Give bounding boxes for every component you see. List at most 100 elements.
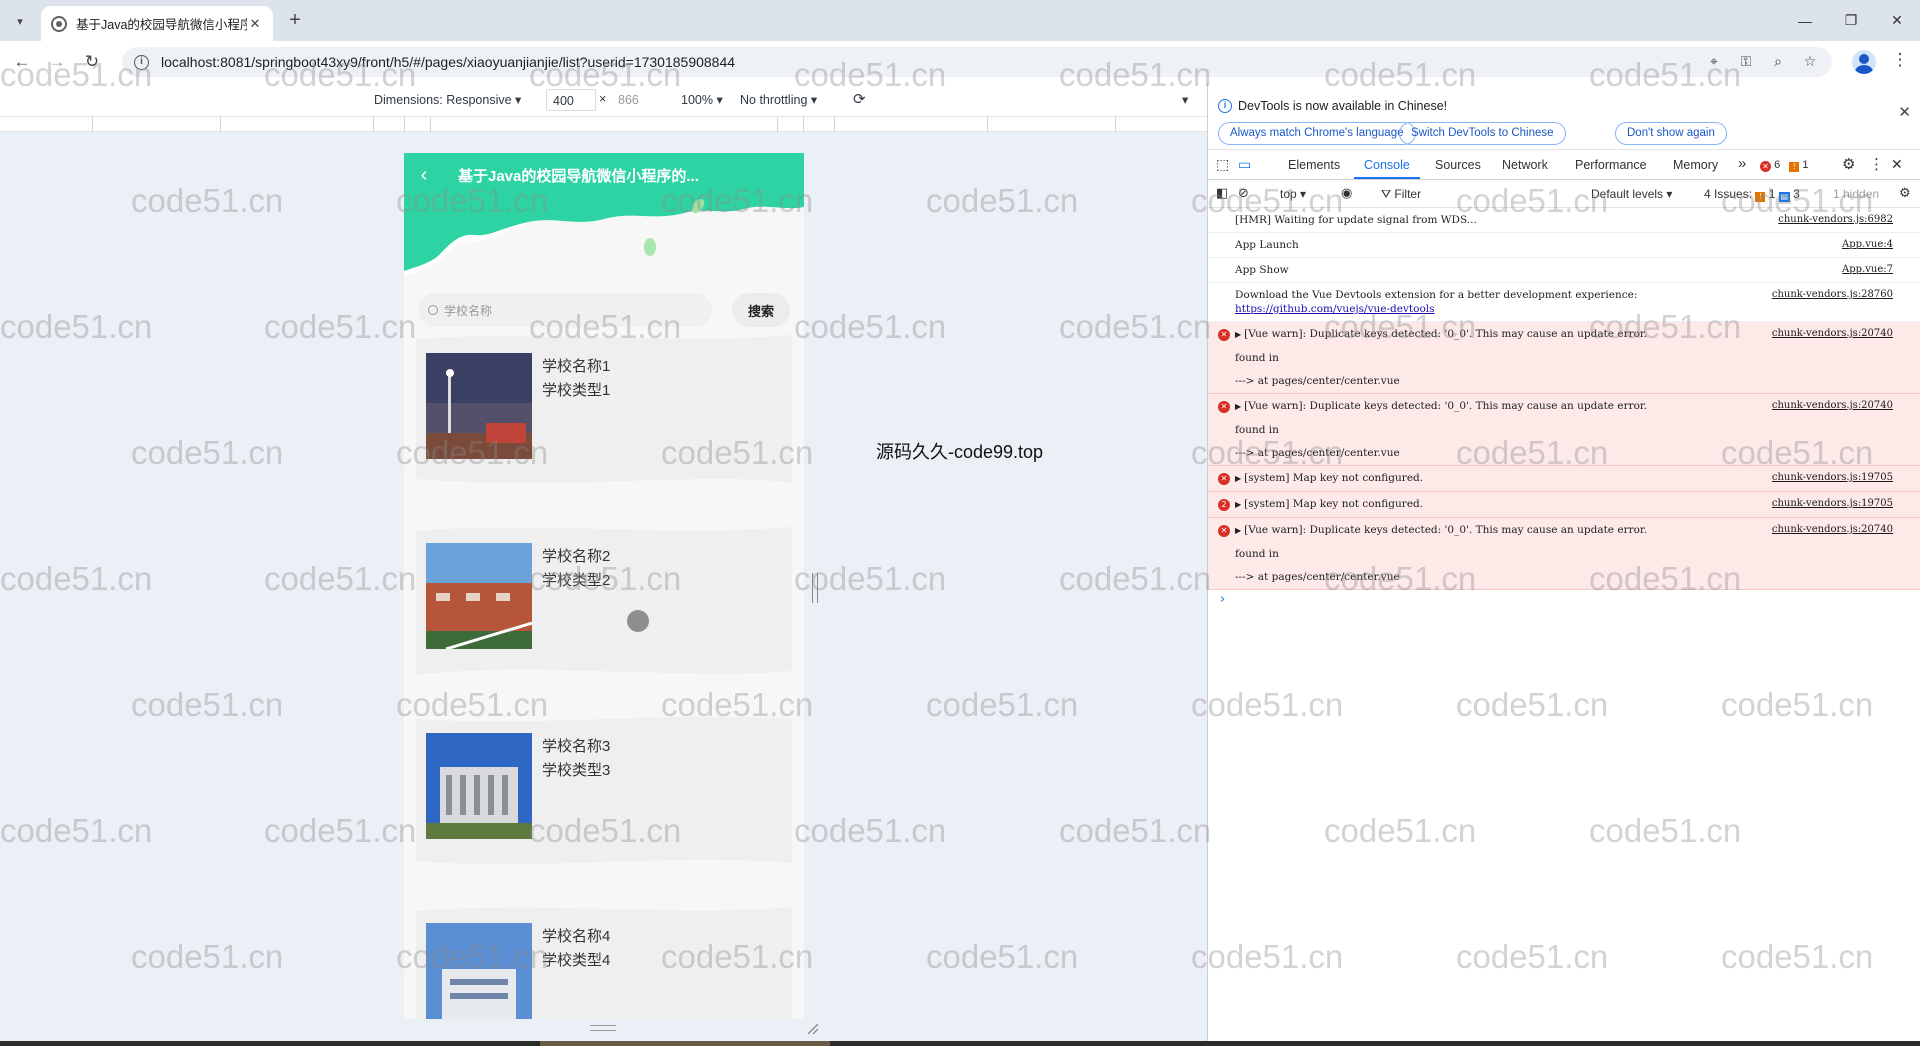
dimension-separator: × xyxy=(599,92,607,106)
log-source-link[interactable]: chunk-vendors.js:19705 xyxy=(1772,497,1893,511)
live-expression-eye-icon[interactable]: ◉ xyxy=(1341,185,1352,201)
match-language-button[interactable]: Always match Chrome's language xyxy=(1218,122,1416,145)
expand-triangle-icon[interactable]: ▶ xyxy=(1235,474,1241,483)
error-count: 6 xyxy=(1774,159,1781,171)
tab-console[interactable]: Console xyxy=(1364,158,1410,172)
tab-close-icon[interactable]: ✕ xyxy=(247,16,263,32)
more-tabs-icon[interactable]: » xyxy=(1738,155,1746,172)
resize-handle-right[interactable] xyxy=(812,573,818,603)
log-row[interactable]: [HMR] Waiting for update signal from WDS… xyxy=(1208,208,1920,233)
expand-triangle-icon[interactable]: ▶ xyxy=(1235,402,1241,411)
log-row[interactable]: App Launch App.vue:4 xyxy=(1208,233,1920,258)
log-source-link[interactable]: App.vue:4 xyxy=(1842,238,1893,252)
sidebar-toggle-icon[interactable]: ◧ xyxy=(1216,185,1228,201)
settings-gear-icon[interactable]: ⚙ xyxy=(1842,155,1855,173)
tab-memory[interactable]: Memory xyxy=(1673,158,1718,172)
minimize-button[interactable]: — xyxy=(1782,0,1828,41)
location-icon[interactable]: ⌖ xyxy=(1705,53,1723,71)
close-window-button[interactable]: ✕ xyxy=(1874,0,1920,41)
filter-input[interactable]: ⛛ Filter xyxy=(1381,187,1421,202)
error-row[interactable]: ✕ ▶ [Vue warn]: Duplicate keys detected: … xyxy=(1208,394,1920,466)
new-tab-button[interactable]: + xyxy=(283,9,307,33)
console-prompt-row[interactable]: › xyxy=(1208,590,1920,612)
password-key-icon[interactable]: ⚿ xyxy=(1737,53,1755,71)
log-source-link[interactable]: chunk-vendors.js:19705 xyxy=(1772,471,1893,485)
dimensions-dropdown[interactable]: Dimensions: Responsive ▾ xyxy=(374,92,521,107)
error-counter[interactable]: ✕ 6 ! 1 xyxy=(1760,159,1808,172)
list-item[interactable]: 学校名称3 学校类型3 xyxy=(416,711,792,881)
context-selector[interactable]: top ▾ xyxy=(1280,187,1306,201)
tab-search-icon[interactable]: ▾ xyxy=(8,9,32,33)
log-source-link[interactable]: chunk-vendors.js:20740 xyxy=(1772,523,1893,537)
dont-show-again-button[interactable]: Don't show again xyxy=(1615,122,1727,145)
browser-menu-icon[interactable]: ⋮ xyxy=(1890,50,1910,74)
log-source-link[interactable]: chunk-vendors.js:28760 xyxy=(1772,288,1893,302)
log-row[interactable]: App Show App.vue:7 xyxy=(1208,258,1920,283)
issues-info-count: 3 xyxy=(1793,187,1800,201)
device-toolbar-more-icon[interactable]: ▾ xyxy=(1182,92,1188,107)
issues-warning-icon: ! xyxy=(1755,192,1766,202)
browser-tab[interactable]: 基于Java的校园导航微信小程序 ✕ xyxy=(41,6,273,41)
expand-triangle-icon[interactable]: ▶ xyxy=(1235,526,1241,535)
restore-button[interactable]: ❐ xyxy=(1828,0,1874,41)
log-source-link[interactable]: chunk-vendors.js:20740 xyxy=(1772,327,1893,341)
error-row[interactable]: ✕ ▶ [Vue warn]: Duplicate keys detected: … xyxy=(1208,518,1920,590)
devtools-menu-icon[interactable]: ⋮ xyxy=(1869,155,1884,173)
forward-arrow-icon[interactable]: → xyxy=(45,50,69,74)
error-icon: ✕ xyxy=(1218,401,1230,413)
zoom-icon[interactable]: ⌕ xyxy=(1769,53,1787,71)
console-settings-gear-icon[interactable]: ⚙ xyxy=(1899,185,1911,201)
close-devtools-icon[interactable]: ✕ xyxy=(1891,156,1903,173)
back-chevron-icon[interactable]: ‹ xyxy=(404,164,444,187)
inspect-element-icon[interactable]: ⬚ xyxy=(1216,156,1229,173)
error-row[interactable]: ✕ ▶ [system] Map key not configured. chun… xyxy=(1208,466,1920,492)
school-name: 学校名称3 xyxy=(542,738,611,755)
expand-triangle-icon[interactable]: ▶ xyxy=(1235,330,1241,339)
close-infobar-icon[interactable]: ✕ xyxy=(1898,103,1911,121)
list-item[interactable]: 学校名称2 学校类型2 xyxy=(416,521,792,691)
vue-devtools-link[interactable]: https://github.com/vuejs/vue-devtools xyxy=(1235,302,1821,316)
reload-icon[interactable]: ↻ xyxy=(80,50,104,74)
log-message: Download the Vue Devtools extension for … xyxy=(1235,289,1638,301)
zoom-dropdown[interactable]: 100% ▾ xyxy=(681,92,723,107)
devtools-infobar: i DevTools is now available in Chinese! … xyxy=(1208,83,1920,150)
width-input[interactable]: 400 xyxy=(546,89,596,111)
log-source-link[interactable]: chunk-vendors.js:6982 xyxy=(1778,213,1893,227)
error-row[interactable]: ✕ ▶ [Vue warn]: Duplicate keys detected: … xyxy=(1208,322,1920,394)
log-source-link[interactable]: App.vue:7 xyxy=(1842,263,1893,277)
bookmark-star-icon[interactable]: ☆ xyxy=(1801,53,1819,71)
height-input[interactable]: 866 xyxy=(612,89,662,111)
search-button[interactable]: 搜索 xyxy=(732,293,790,327)
infobar-text: DevTools is now available in Chinese! xyxy=(1238,99,1448,113)
rotate-icon[interactable]: ⟳ xyxy=(853,90,866,108)
profile-avatar-icon[interactable] xyxy=(1852,50,1876,74)
error-row[interactable]: 2 ▶ [system] Map key not configured. chun… xyxy=(1208,492,1920,518)
device-toggle-icon[interactable]: ▭ xyxy=(1238,156,1251,173)
site-info-icon[interactable]: i xyxy=(134,54,149,70)
tab-elements[interactable]: Elements xyxy=(1288,158,1340,172)
log-source-link[interactable]: chunk-vendors.js:20740 xyxy=(1772,399,1893,413)
phone-viewport: ‹ 基于Java的校园导航微信小程序的... 学校名称 搜索 学校名称1 学校类… xyxy=(404,153,804,1019)
taskbar-accent xyxy=(540,1041,830,1046)
tab-network[interactable]: Network xyxy=(1502,158,1548,172)
switch-chinese-button[interactable]: Switch DevTools to Chinese xyxy=(1399,122,1566,145)
search-input[interactable]: 学校名称 xyxy=(418,293,712,327)
clear-console-icon[interactable]: ⊘ xyxy=(1238,185,1249,201)
back-arrow-icon[interactable]: ← xyxy=(10,50,34,74)
log-row[interactable]: Download the Vue Devtools extension for … xyxy=(1208,283,1920,322)
error-message: [Vue warn]: Duplicate keys detected: '0_… xyxy=(1244,524,1648,536)
resize-corner-icon[interactable] xyxy=(806,1022,818,1034)
tab-performance[interactable]: Performance xyxy=(1575,158,1647,172)
log-levels-dropdown[interactable]: Default levels ▾ xyxy=(1591,187,1672,201)
address-bar[interactable]: i localhost:8081/springboot43xy9/front/h… xyxy=(122,47,1832,77)
throttling-dropdown[interactable]: No throttling ▾ xyxy=(740,92,817,107)
list-item[interactable]: 学校名称4 学校类型4 xyxy=(416,901,792,1019)
tab-sources[interactable]: Sources xyxy=(1435,158,1481,172)
resize-handle-bottom[interactable] xyxy=(590,1025,616,1031)
issues-counter[interactable]: 4 Issues: ! 1 ▤ 3 xyxy=(1704,187,1800,202)
media-query-ruler[interactable] xyxy=(0,117,1207,132)
school-photo xyxy=(426,353,532,459)
expand-triangle-icon[interactable]: ▶ xyxy=(1235,500,1241,509)
list-item[interactable]: 学校名称1 学校类型1 xyxy=(416,331,792,501)
favicon-icon xyxy=(51,15,67,32)
